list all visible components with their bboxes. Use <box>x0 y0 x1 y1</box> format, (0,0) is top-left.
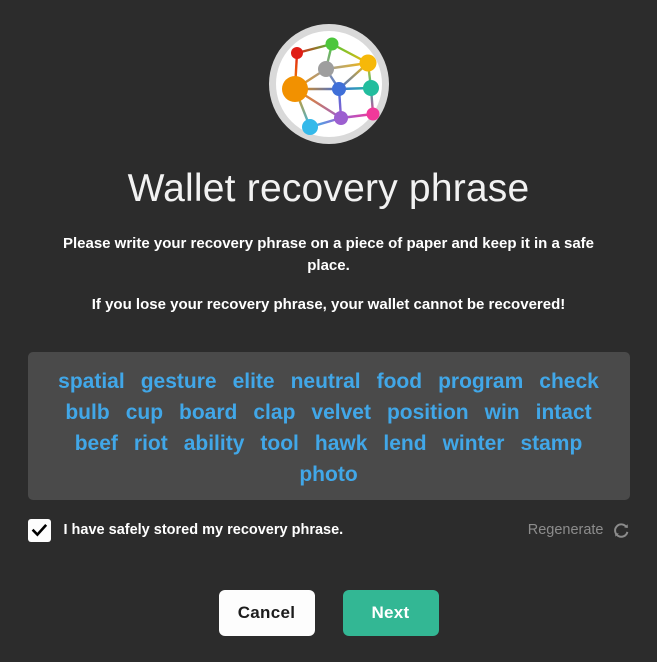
recovery-word: stamp <box>520 432 583 456</box>
recovery-phrase-panel: spatial gesture elite neutral food program che… <box>27 352 630 501</box>
recovery-word: spatial <box>58 370 125 394</box>
recovery-word: clap <box>253 401 296 425</box>
cancel-button[interactable]: Cancel <box>218 590 315 637</box>
recovery-word: position <box>386 401 469 425</box>
recovery-word: elite <box>232 370 275 394</box>
wallet-recovery-phrase-dialog: Wallet recovery phrase Please write your… <box>0 0 657 662</box>
recovery-word: velvet <box>311 401 371 425</box>
recovery-word: hawk <box>314 432 368 456</box>
confirmation-row: I have safely stored my recovery phrase.… <box>27 512 630 548</box>
node-green <box>325 37 338 51</box>
node-teal <box>362 80 379 96</box>
regenerate-button[interactable]: Regenerate <box>528 522 630 539</box>
stored-phrase-checkbox[interactable] <box>27 518 51 542</box>
recovery-word: food <box>376 370 423 394</box>
recovery-word: gesture <box>140 370 217 394</box>
node-blue <box>331 82 346 96</box>
recovery-word: neutral <box>290 370 361 394</box>
recovery-word: intact <box>535 401 592 425</box>
node-gray <box>317 61 334 77</box>
recovery-word: cup <box>125 401 164 425</box>
node-lightblue <box>301 119 318 135</box>
recovery-word: board <box>179 401 238 425</box>
recovery-word: riot <box>133 432 168 456</box>
app-logo <box>267 22 391 146</box>
network-graph-logo-svg <box>268 24 389 144</box>
regenerate-label: Regenerate <box>527 522 604 539</box>
node-pink <box>366 107 379 121</box>
description-text: Please write your recovery phrase on a p… <box>62 234 595 274</box>
confirm-checkbox-group[interactable]: I have safely stored my recovery phrase. <box>27 518 344 542</box>
recovery-word: bulb <box>65 401 110 425</box>
refresh-icon <box>613 522 630 539</box>
page-title: Wallet recovery phrase <box>127 167 530 210</box>
dialog-actions: Cancel Next <box>218 590 439 637</box>
recovery-word: ability <box>183 432 245 456</box>
node-purple <box>333 111 348 125</box>
node-yellow <box>359 54 376 72</box>
stored-phrase-checkbox-label: I have safely stored my recovery phrase. <box>63 522 344 539</box>
recovery-word: winter <box>442 432 505 456</box>
recovery-word: lend <box>383 432 427 456</box>
next-button[interactable]: Next <box>342 590 439 637</box>
node-orange <box>281 76 308 102</box>
checkmark-icon <box>31 523 47 537</box>
recovery-word: photo <box>299 463 358 487</box>
recovery-word: check <box>539 370 599 394</box>
warning-text: If you lose your recovery phrase, your w… <box>91 296 566 314</box>
recovery-word: win <box>484 401 520 425</box>
recovery-word: tool <box>260 432 299 456</box>
node-red <box>290 47 303 59</box>
recovery-word: program <box>438 370 524 394</box>
recovery-word: beef <box>74 432 118 456</box>
